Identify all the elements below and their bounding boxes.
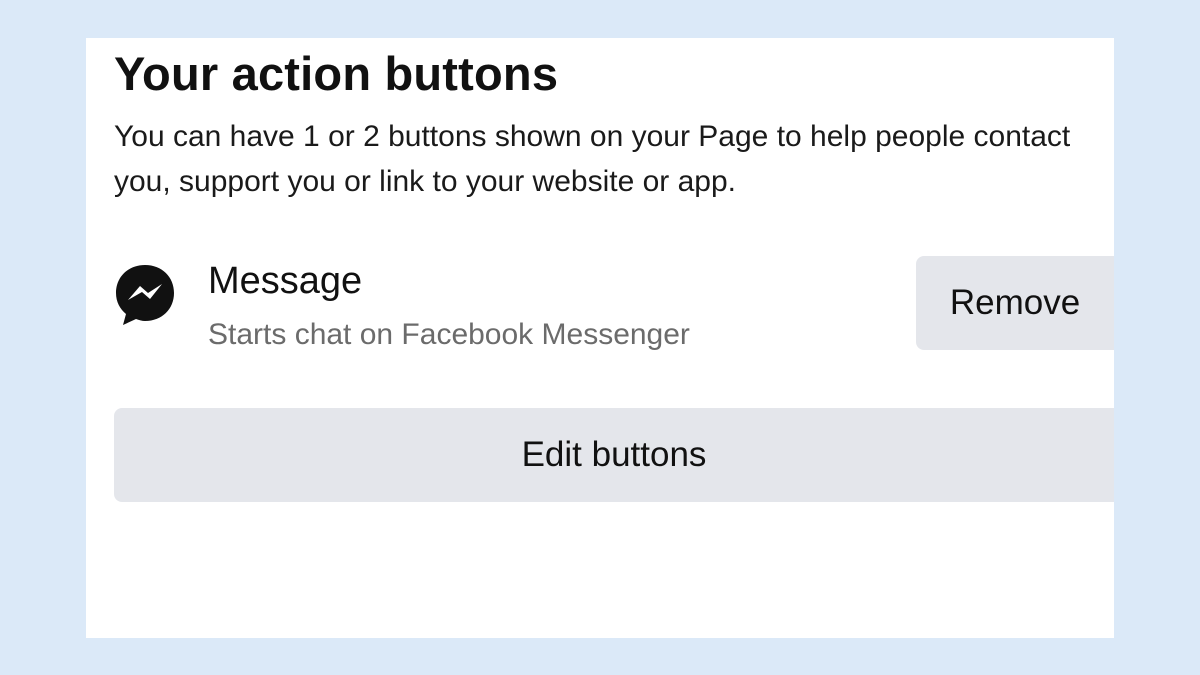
section-description: You can have 1 or 2 buttons shown on you… [114,120,1071,198]
action-name: Message [208,260,363,302]
messenger-icon [112,262,178,328]
action-buttons-panel: Your action buttons You can have 1 or 2 … [86,38,1114,638]
action-item-message: Message Starts chat on Facebook Messenge… [86,248,1114,358]
remove-button[interactable]: Remove [916,256,1114,350]
edit-buttons-button[interactable]: Edit buttons [114,408,1114,502]
section-title: Your action buttons [114,47,559,100]
action-subtitle: Starts chat on Facebook Messenger [208,318,690,351]
